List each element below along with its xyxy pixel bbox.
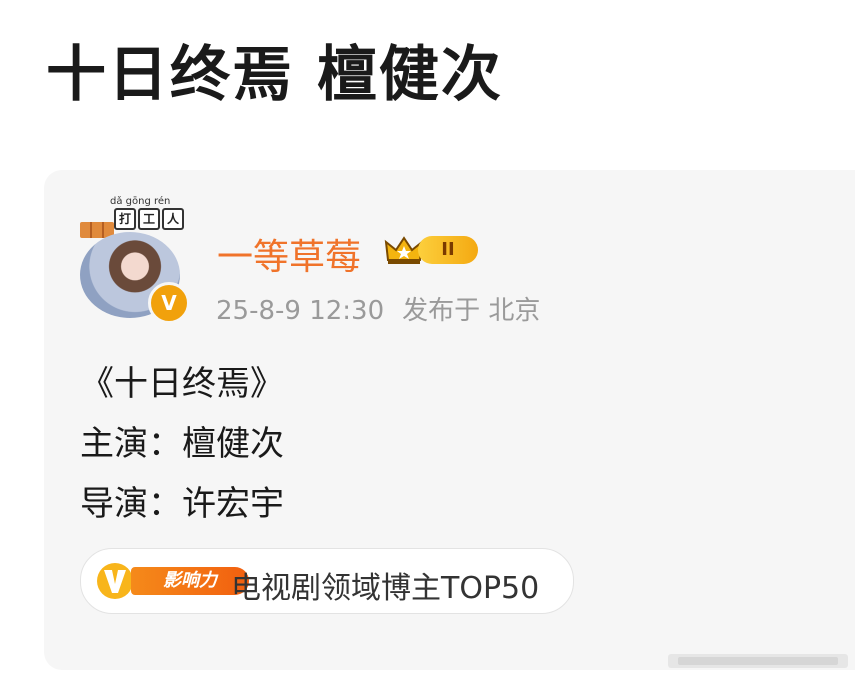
badge-pinyin: dǎ gōng rén bbox=[110, 196, 171, 207]
post-location: 发布于 北京 bbox=[402, 296, 541, 326]
page-headline: 十日终焉 檀健次 bbox=[46, 40, 503, 110]
verified-icon: V bbox=[148, 282, 190, 324]
post-line-cast: 主演：檀健次 bbox=[80, 424, 284, 464]
badge-char: 工 bbox=[138, 208, 160, 230]
member-level-badge[interactable]: II bbox=[384, 230, 490, 270]
watermark bbox=[668, 654, 848, 668]
post-line-director: 导演：许宏宇 bbox=[80, 484, 284, 524]
influence-v-icon bbox=[97, 563, 133, 599]
post-meta: 25-8-9 12:30 发布于 北京 bbox=[216, 290, 558, 327]
influence-chip[interactable]: 影响力 电视剧领域博主TOP50 bbox=[80, 548, 574, 614]
author-name[interactable]: 一等草莓 bbox=[217, 228, 361, 280]
level-pill: II bbox=[418, 236, 478, 264]
badge-char: 打 bbox=[114, 208, 136, 230]
author-avatar-group[interactable]: dǎ gōng rén 打 工 人 V bbox=[78, 196, 190, 324]
influence-text: 电视剧领域博主TOP50 bbox=[231, 571, 540, 606]
badge-char: 人 bbox=[162, 208, 184, 230]
post-timestamp: 25-8-9 12:30 bbox=[216, 296, 385, 326]
post-line-title: 《十日终焉》 bbox=[80, 364, 284, 404]
badge-chars: 打 工 人 bbox=[114, 208, 184, 230]
worker-badge-icon: dǎ gōng rén 打 工 人 bbox=[80, 196, 184, 238]
